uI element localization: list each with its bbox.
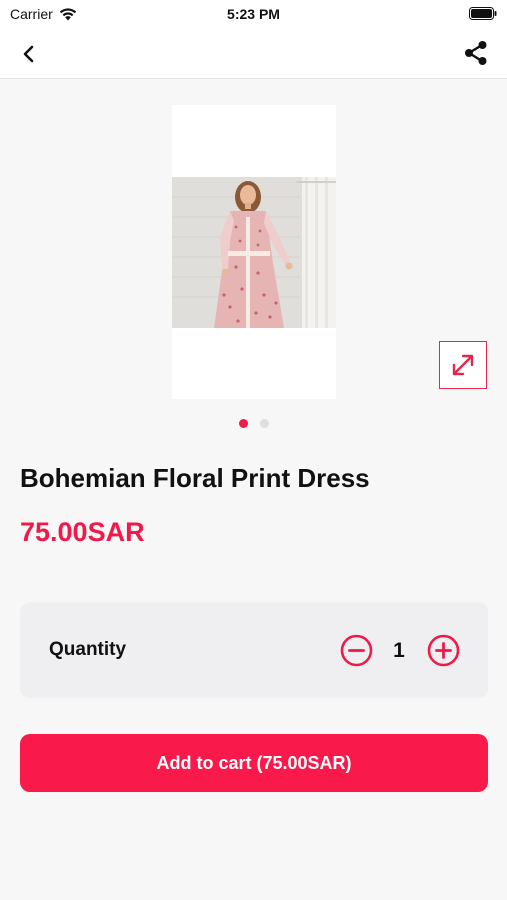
product-photo <box>172 177 336 328</box>
battery-icon <box>469 7 497 20</box>
minus-circle-icon[interactable] <box>340 634 373 667</box>
plus-circle-icon[interactable] <box>427 634 460 667</box>
product-image-carousel[interactable] <box>172 105 336 399</box>
quantity-label: Quantity <box>49 639 127 660</box>
status-bar: Carrier 5:23 PM <box>0 0 507 28</box>
quantity-value: 1 <box>393 639 405 662</box>
image-pager <box>0 419 507 429</box>
pager-dot-active[interactable] <box>238 419 248 428</box>
expand-image-button[interactable] <box>439 341 487 389</box>
share-button[interactable] <box>461 38 491 68</box>
add-to-cart-button[interactable]: Add to cart (75.00SAR) <box>20 734 488 792</box>
product-title: Bohemian Floral Print Dress <box>20 463 370 493</box>
chevron-left-icon <box>23 45 34 63</box>
status-time: 5:23 PM <box>227 6 280 22</box>
navigation-bar <box>0 28 507 79</box>
share-icon <box>465 41 487 65</box>
product-price: 75.00SAR <box>20 517 145 547</box>
dress-photo-image <box>172 177 336 328</box>
expand-icon <box>452 354 474 376</box>
quantity-card: Quantity 1 <box>20 602 488 698</box>
pager-dot[interactable] <box>259 419 269 428</box>
back-button[interactable] <box>14 40 44 68</box>
